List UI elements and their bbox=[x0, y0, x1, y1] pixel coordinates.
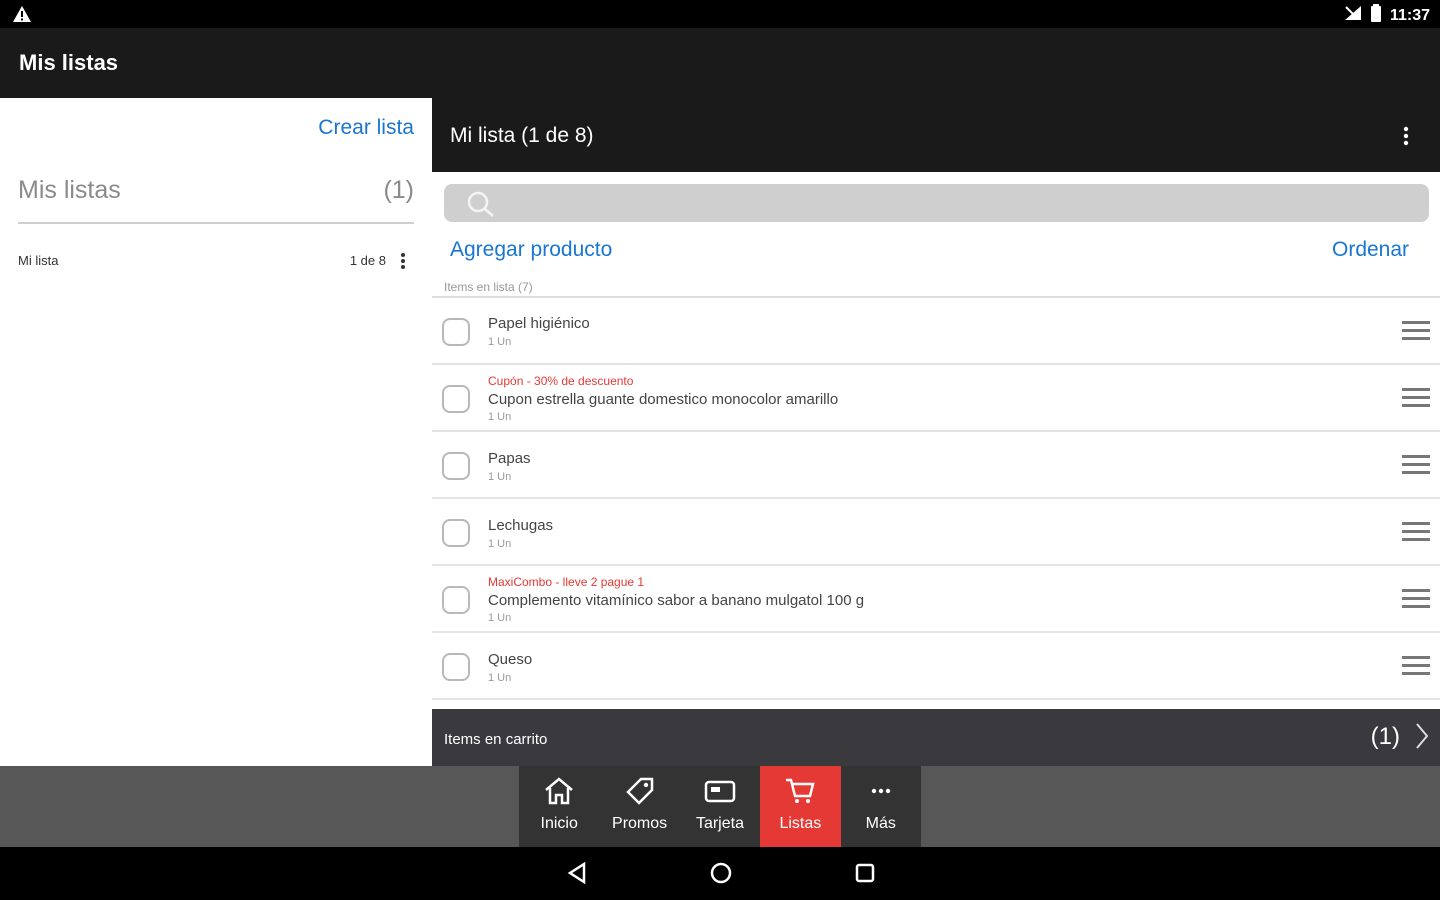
item-checkbox[interactable] bbox=[442, 318, 470, 346]
cart-bar[interactable]: Items en carrito (1) bbox=[432, 709, 1440, 766]
cart-count: (1) bbox=[1370, 723, 1400, 750]
lists-panel: Crear lista Mis listas (1) Mi lista 1 de… bbox=[0, 98, 432, 766]
lists-header-label: Mis listas bbox=[18, 176, 121, 204]
items-caption: Items en lista (7) bbox=[444, 280, 533, 294]
drag-handle-icon[interactable] bbox=[1402, 387, 1430, 409]
back-icon[interactable] bbox=[566, 861, 588, 890]
recents-icon[interactable] bbox=[854, 861, 876, 890]
tab-tarjeta[interactable]: Tarjeta bbox=[680, 766, 760, 847]
list-item[interactable]: Lechugas 1 Un bbox=[432, 499, 1440, 566]
list-detail-title: Mi lista (1 de 8) bbox=[450, 124, 594, 147]
list-item-position: 1 de 8 bbox=[349, 253, 386, 268]
search-bar bbox=[444, 184, 1429, 222]
drag-handle-icon[interactable] bbox=[1402, 320, 1430, 342]
item-name: Cupon estrella guante domestico monocolo… bbox=[488, 391, 839, 408]
chevron-right-icon bbox=[1414, 721, 1430, 756]
drag-handle-icon[interactable] bbox=[1402, 454, 1430, 476]
item-name: Papas bbox=[488, 450, 531, 467]
list-detail-header: Mi lista (1 de 8) bbox=[432, 98, 1440, 172]
item-quantity: 1 Un bbox=[488, 411, 512, 423]
more-icon bbox=[865, 776, 897, 811]
list-item[interactable]: Mi lista 1 de 8 bbox=[18, 246, 414, 276]
item-promo: MaxiCombo - lleve 2 pague 1 bbox=[488, 575, 645, 589]
lists-header: Mis listas (1) bbox=[18, 174, 414, 224]
tab-label: Listas bbox=[779, 815, 822, 832]
item-checkbox[interactable] bbox=[442, 519, 470, 547]
card-icon bbox=[704, 776, 736, 811]
app-bar: Mis listas bbox=[0, 28, 1440, 98]
tab-promos[interactable]: Promos bbox=[599, 766, 679, 847]
tab-listas[interactable]: Listas bbox=[760, 766, 841, 847]
search-input[interactable] bbox=[504, 188, 1404, 218]
create-list-button[interactable]: Crear lista bbox=[318, 116, 414, 140]
tab-label: Tarjeta bbox=[695, 815, 744, 832]
item-promo: Cupón - 30% de descuento bbox=[488, 374, 634, 388]
item-quantity: 1 Un bbox=[488, 612, 512, 624]
drag-handle-icon[interactable] bbox=[1402, 588, 1430, 610]
overflow-menu-icon[interactable] bbox=[1396, 124, 1416, 148]
tag-icon bbox=[624, 776, 656, 811]
item-quantity: 1 Un bbox=[488, 672, 512, 684]
item-quantity: 1 Un bbox=[488, 538, 512, 550]
lists-header-count: (1) bbox=[383, 176, 414, 204]
list-item[interactable]: Queso 1 Un bbox=[432, 633, 1440, 700]
item-name: Queso bbox=[488, 651, 533, 668]
list-item-menu-icon[interactable] bbox=[398, 250, 408, 272]
bottom-tab-bar: Inicio Promos Tarjeta Listas Más bbox=[519, 766, 921, 847]
item-name: Complemento vitamínico sabor a banano mu… bbox=[488, 592, 865, 609]
home-circle-icon[interactable] bbox=[709, 861, 733, 890]
warning-icon bbox=[12, 5, 32, 28]
cart-icon bbox=[784, 776, 816, 811]
list-item-name: Mi lista bbox=[18, 253, 59, 268]
item-checkbox[interactable] bbox=[442, 452, 470, 480]
add-product-button[interactable]: Agregar producto bbox=[450, 238, 612, 262]
item-checkbox[interactable] bbox=[442, 385, 470, 413]
status-bar: 11:37 bbox=[0, 0, 1440, 28]
drag-handle-icon[interactable] bbox=[1402, 655, 1430, 677]
item-quantity: 1 Un bbox=[488, 336, 512, 348]
tab-label: Más bbox=[865, 815, 896, 832]
item-name: Papel higiénico bbox=[488, 315, 590, 332]
battery-icon bbox=[1370, 4, 1382, 27]
clock-time: 11:37 bbox=[1389, 6, 1430, 24]
list-item[interactable]: MaxiCombo - lleve 2 pague 1 Complemento … bbox=[432, 566, 1440, 633]
item-checkbox[interactable] bbox=[442, 653, 470, 681]
sort-button[interactable]: Ordenar bbox=[1332, 238, 1409, 262]
item-checkbox[interactable] bbox=[442, 586, 470, 614]
home-icon bbox=[543, 776, 575, 811]
tab-label: Promos bbox=[612, 815, 668, 832]
item-name: Lechugas bbox=[488, 517, 554, 534]
list-item[interactable]: Papas 1 Un bbox=[432, 432, 1440, 499]
list-item[interactable]: Papel higiénico 1 Un bbox=[432, 298, 1440, 365]
signal-icon bbox=[1344, 5, 1362, 26]
cart-bar-label: Items en carrito bbox=[444, 731, 548, 748]
item-quantity: 1 Un bbox=[488, 471, 512, 483]
tab-mas[interactable]: Más bbox=[841, 766, 921, 847]
page-title: Mis listas bbox=[19, 50, 119, 75]
list-item[interactable]: Cupón - 30% de descuento Cupon estrella … bbox=[432, 365, 1440, 432]
tab-label: Inicio bbox=[540, 815, 578, 832]
tab-inicio[interactable]: Inicio bbox=[519, 766, 599, 847]
search-icon bbox=[466, 190, 496, 223]
system-nav-bar bbox=[0, 847, 1440, 900]
drag-handle-icon[interactable] bbox=[1402, 521, 1430, 543]
